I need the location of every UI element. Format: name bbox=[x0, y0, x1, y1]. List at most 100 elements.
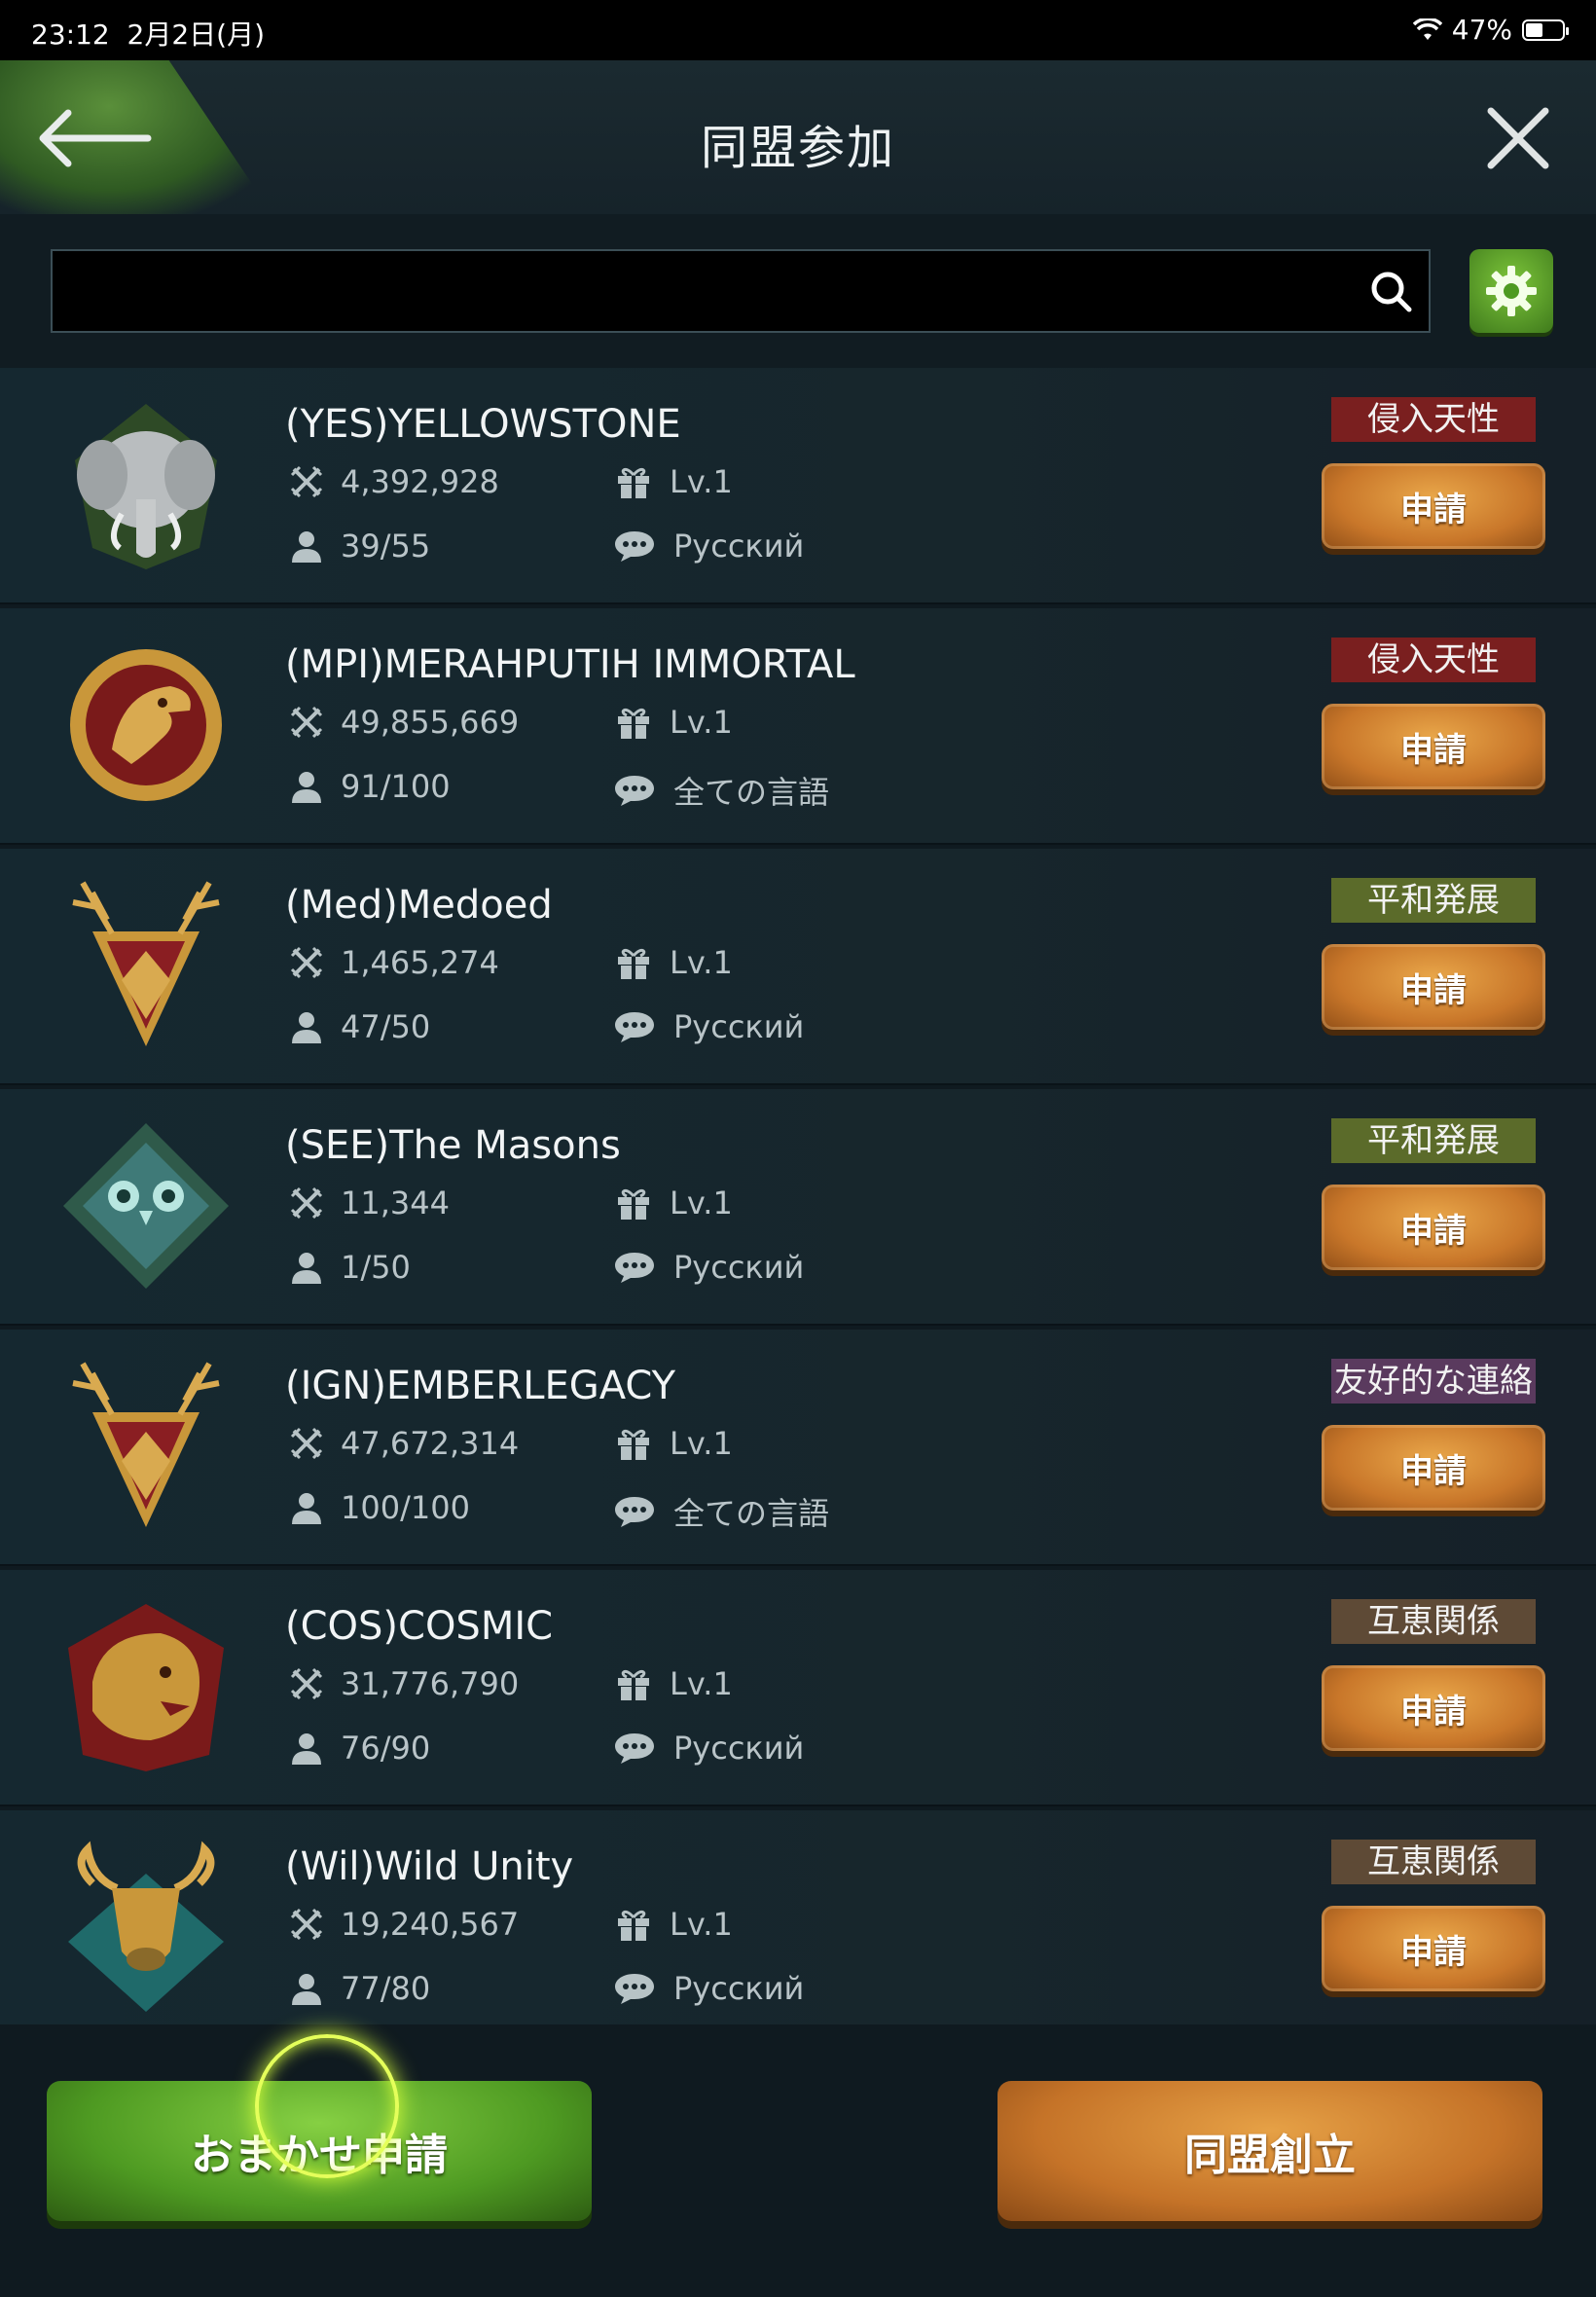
language-stat: 全ての言語 bbox=[613, 768, 829, 813]
alliance-language: Русский bbox=[673, 1970, 805, 2007]
alliance-name: (SEE)The Masons bbox=[285, 1123, 621, 1168]
crossed-swords-icon bbox=[290, 1186, 323, 1220]
filter-settings-button[interactable] bbox=[1469, 249, 1553, 333]
language-stat: Русский bbox=[613, 1249, 804, 1286]
alliance-members: 76/90 bbox=[341, 1730, 431, 1767]
alliance-name: (Wil)Wild Unity bbox=[285, 1844, 574, 1889]
alliance-level: Lv.1 bbox=[670, 704, 733, 741]
gear-icon bbox=[1486, 266, 1537, 316]
alliance-language: Русский bbox=[673, 1008, 805, 1045]
clock: 23:12 bbox=[31, 18, 110, 51]
language-stat: Русский bbox=[613, 528, 804, 565]
search-bar bbox=[0, 214, 1596, 368]
search-icon[interactable] bbox=[1366, 267, 1417, 317]
alliance-name: (MPI)MERAHPUTIH IMMORTAL bbox=[285, 642, 855, 687]
gift-icon bbox=[618, 1188, 649, 1221]
alliance-row[interactable]: (Med)Medoed 1,465,274 47/50 Lv.1 Русский… bbox=[0, 849, 1596, 1085]
apply-button[interactable]: 申請 bbox=[1322, 944, 1545, 1030]
apply-button[interactable]: 申請 bbox=[1322, 704, 1545, 789]
chat-bubble-icon bbox=[615, 1253, 654, 1283]
chat-bubble-icon bbox=[615, 1497, 654, 1527]
status-bar: 23:12 2月2日(月) 47% bbox=[0, 0, 1596, 60]
create-alliance-button[interactable]: 同盟創立 bbox=[998, 2081, 1542, 2221]
alliance-power: 4,392,928 bbox=[341, 463, 499, 500]
alliance-members: 77/80 bbox=[341, 1970, 431, 2007]
alliance-level: Lv.1 bbox=[670, 1906, 733, 1943]
search-input[interactable] bbox=[51, 249, 1431, 333]
alliance-language: 全ての言語 bbox=[673, 1495, 830, 1532]
alliance-level: Lv.1 bbox=[670, 1665, 733, 1702]
header-bar: 同盟参加 bbox=[0, 60, 1596, 216]
chat-bubble-icon bbox=[615, 1012, 654, 1042]
bull-emblem-icon bbox=[68, 1841, 224, 2012]
alliance-name: (Med)Medoed bbox=[285, 883, 553, 928]
power-stat: 49,855,669 bbox=[290, 704, 519, 741]
battery-icon bbox=[1522, 18, 1569, 41]
alliance-row[interactable]: (YES)YELLOWSTONE 4,392,928 39/55 Lv.1 Ру… bbox=[0, 368, 1596, 604]
alliance-row[interactable]: (MPI)MERAHPUTIH IMMORTAL 49,855,669 91/1… bbox=[0, 608, 1596, 845]
crossed-swords-icon bbox=[290, 1427, 323, 1460]
alliance-policy-badge: 平和発展 bbox=[1331, 878, 1536, 923]
apply-button[interactable]: 申請 bbox=[1322, 1185, 1545, 1270]
members-stat: 47/50 bbox=[290, 1008, 430, 1045]
alliance-power: 47,672,314 bbox=[341, 1425, 520, 1462]
apply-button[interactable]: 申請 bbox=[1322, 1906, 1545, 1991]
alliance-policy-badge: 侵入天性 bbox=[1331, 638, 1536, 682]
language-stat: Русский bbox=[613, 1008, 804, 1045]
power-stat: 31,776,790 bbox=[290, 1665, 519, 1702]
level-stat: Lv.1 bbox=[615, 1906, 733, 1943]
members-stat: 39/55 bbox=[290, 528, 430, 565]
alliance-list: (YES)YELLOWSTONE 4,392,928 39/55 Lv.1 Ру… bbox=[0, 368, 1596, 2051]
apply-button[interactable]: 申請 bbox=[1322, 1665, 1545, 1751]
alliance-language: Русский bbox=[673, 528, 805, 565]
close-button[interactable] bbox=[1479, 99, 1557, 177]
alliance-name: (IGN)EMBERLEGACY bbox=[285, 1364, 676, 1408]
alliance-policy-badge: 侵入天性 bbox=[1331, 397, 1536, 442]
owl-emblem-icon bbox=[63, 1123, 229, 1289]
apply-button[interactable]: 申請 bbox=[1322, 463, 1545, 549]
alliance-members: 39/55 bbox=[341, 528, 431, 565]
gift-icon bbox=[618, 1669, 649, 1701]
alliance-row[interactable]: (SEE)The Masons 11,344 1/50 Lv.1 Русский… bbox=[0, 1089, 1596, 1326]
status-time: 23:12 2月2日(月) bbox=[31, 14, 265, 53]
battery-fill bbox=[1526, 22, 1542, 37]
gift-icon bbox=[618, 948, 649, 980]
alliance-row[interactable]: (Wil)Wild Unity 19,240,567 77/80 Lv.1 Ру… bbox=[0, 1810, 1596, 2047]
alliance-power: 19,240,567 bbox=[341, 1906, 520, 1943]
person-icon bbox=[292, 1493, 321, 1524]
person-icon bbox=[292, 1733, 321, 1765]
apply-button[interactable]: 申請 bbox=[1322, 1425, 1545, 1511]
person-icon bbox=[292, 1012, 321, 1043]
language-stat: Русский bbox=[613, 1970, 804, 2007]
alliance-power: 1,465,274 bbox=[341, 944, 499, 981]
person-icon bbox=[292, 1253, 321, 1284]
level-stat: Lv.1 bbox=[615, 463, 733, 500]
level-stat: Lv.1 bbox=[615, 1425, 733, 1462]
tiger-emblem-icon bbox=[68, 1604, 224, 1771]
alliance-members: 47/50 bbox=[341, 1008, 431, 1045]
alliance-level: Lv.1 bbox=[670, 463, 733, 500]
status-right: 47% bbox=[1412, 14, 1569, 46]
stag-emblem-icon bbox=[72, 1362, 220, 1527]
alliance-power: 31,776,790 bbox=[341, 1665, 520, 1702]
footer-bar: おまかせ申請 同盟創立 bbox=[0, 2024, 1596, 2297]
level-stat: Lv.1 bbox=[615, 1185, 733, 1221]
alliance-name: (YES)YELLOWSTONE bbox=[285, 402, 681, 447]
power-stat: 11,344 bbox=[290, 1185, 450, 1221]
members-stat: 100/100 bbox=[290, 1489, 470, 1526]
members-stat: 76/90 bbox=[290, 1730, 430, 1767]
alliance-row[interactable]: (IGN)EMBERLEGACY 47,672,314 100/100 Lv.1… bbox=[0, 1330, 1596, 1566]
person-icon bbox=[292, 772, 321, 803]
alliance-policy-badge: 平和発展 bbox=[1331, 1118, 1536, 1163]
power-stat: 47,672,314 bbox=[290, 1425, 519, 1462]
person-icon bbox=[292, 531, 321, 563]
close-icon bbox=[1487, 107, 1549, 169]
power-stat: 19,240,567 bbox=[290, 1906, 519, 1943]
alliance-row[interactable]: (COS)COSMIC 31,776,790 76/90 Lv.1 Русски… bbox=[0, 1570, 1596, 1806]
members-stat: 1/50 bbox=[290, 1249, 411, 1286]
alliance-language: Русский bbox=[673, 1730, 805, 1767]
auto-apply-button[interactable]: おまかせ申請 bbox=[47, 2081, 592, 2221]
alliance-language: 全ての言語 bbox=[673, 774, 830, 811]
alliance-members: 1/50 bbox=[341, 1249, 411, 1286]
alliance-level: Lv.1 bbox=[670, 1425, 733, 1462]
